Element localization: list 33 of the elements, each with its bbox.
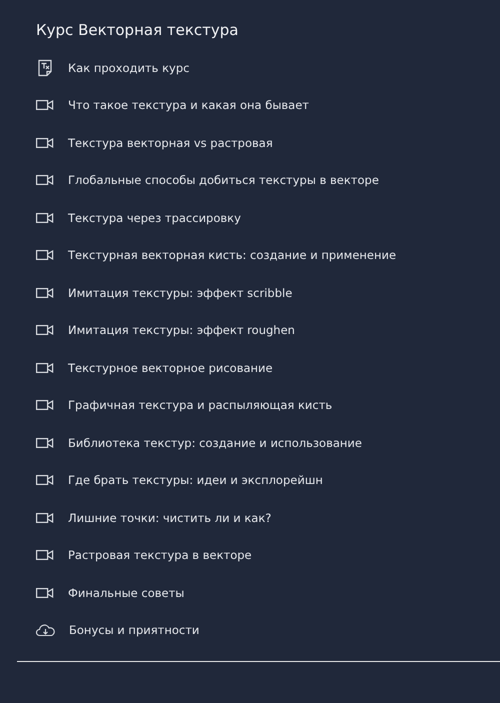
- lesson-link[interactable]: Растровая текстура в векторе: [36, 536, 500, 574]
- lesson-link[interactable]: Текстурное векторное рисование: [36, 349, 500, 386]
- video-camera-icon: [36, 174, 54, 186]
- lesson-link[interactable]: Текстура векторная vs растровая: [36, 124, 500, 162]
- video-camera-icon: [36, 512, 54, 524]
- lesson-link[interactable]: Лишние точки: чистить ли и как?: [36, 499, 500, 536]
- video-camera-icon: [36, 286, 54, 299]
- lesson-link[interactable]: Бонусы и приятности: [36, 612, 500, 649]
- document-icon: [36, 58, 54, 77]
- lesson-link[interactable]: Текстурная векторная кисть: создание и применение: [36, 236, 500, 274]
- video-camera-icon: [36, 474, 54, 486]
- lesson-link[interactable]: Библиотека текстур: создание и использование: [36, 424, 500, 462]
- lesson-link[interactable]: Где брать текстуры: идеи и эксплорейшн: [36, 462, 500, 499]
- video-camera-icon: [36, 136, 54, 149]
- lesson-link[interactable]: Имитация текстуры: эффект roughen: [36, 312, 500, 349]
- cloud-download-icon: [36, 623, 55, 638]
- video-camera-icon: [36, 399, 54, 412]
- video-camera-icon: [36, 212, 54, 224]
- lesson-link[interactable]: Что такое текстура и какая она бывает: [36, 86, 500, 124]
- video-camera-icon: [36, 362, 54, 374]
- video-camera-icon: [36, 99, 54, 112]
- lesson-link[interactable]: Финальные советы: [36, 574, 500, 612]
- video-camera-icon: [36, 324, 54, 336]
- video-camera-icon: [36, 549, 54, 562]
- lesson-link[interactable]: Имитация текстуры: эффект scribble: [36, 274, 500, 312]
- video-camera-icon: [36, 249, 54, 262]
- lesson-link[interactable]: Глобальные способы добиться текстуры в векторе: [36, 162, 500, 199]
- video-camera-icon: [36, 436, 54, 449]
- video-camera-icon: [36, 586, 54, 599]
- lesson-link[interactable]: Графичная текстура и распыляющая кисть: [36, 386, 500, 424]
- lesson-link[interactable]: Текстура через трассировку: [36, 199, 500, 236]
- lesson-link[interactable]: Как проходить курс: [36, 49, 500, 86]
- course-title: Курс Векторная текстура: [36, 21, 240, 39]
